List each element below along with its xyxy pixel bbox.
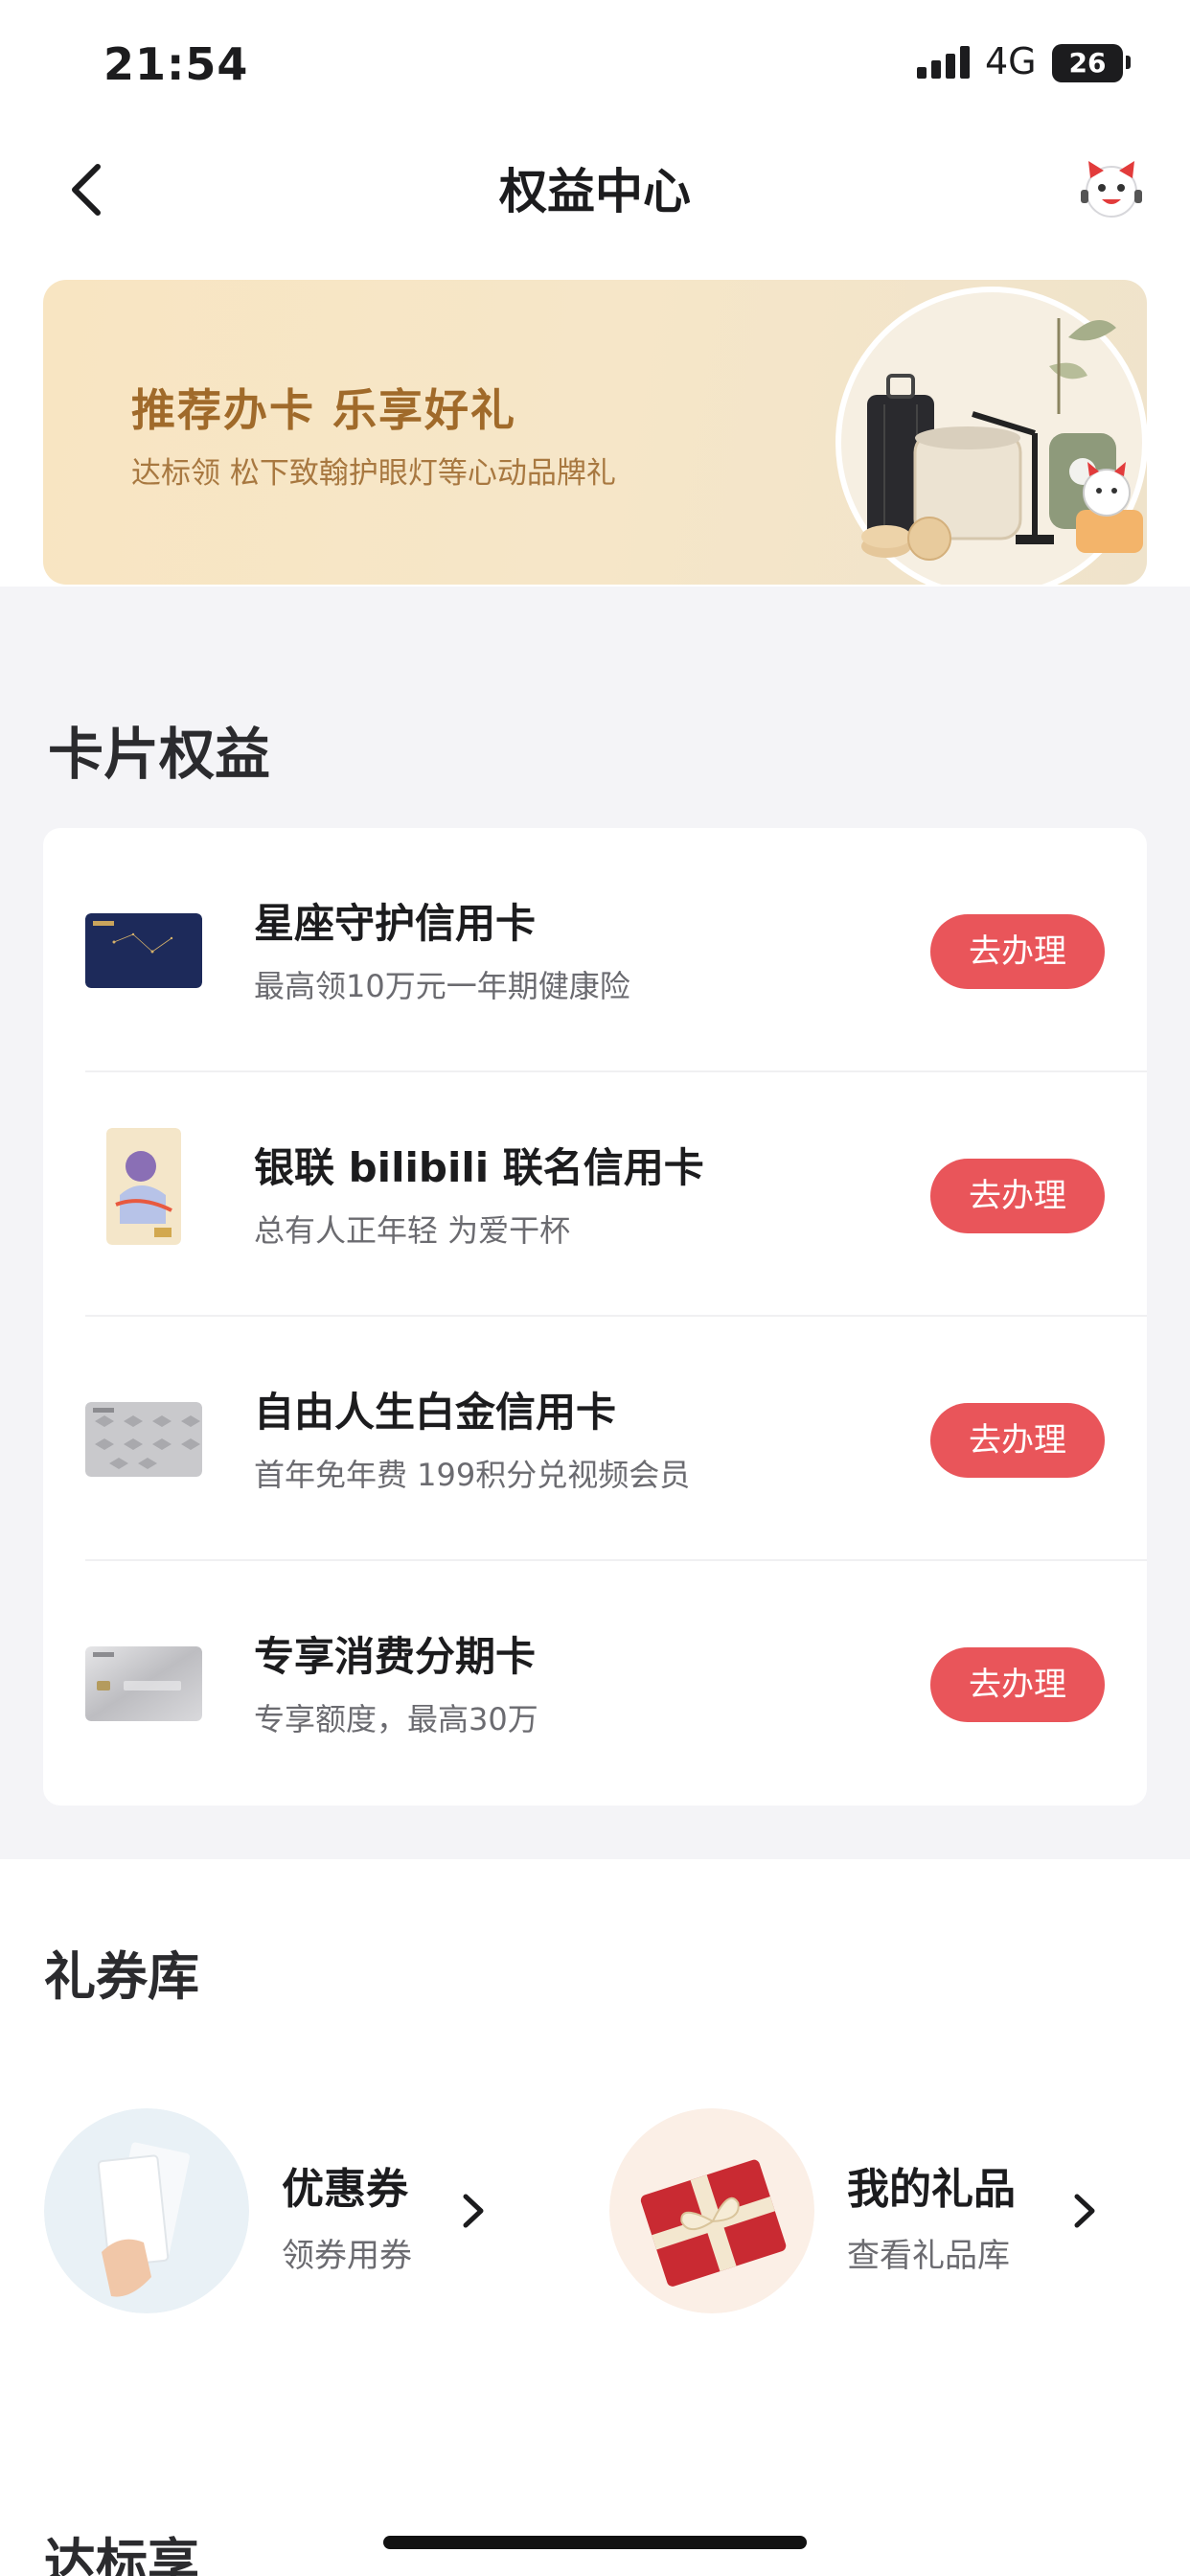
card-row[interactable]: 星座守护信用卡 最高领10万元一年期健康险 去办理 [43, 828, 1147, 1072]
card-desc: 专享额度，最高30万 [254, 1701, 538, 1737]
navy-card-thumbnail [85, 913, 202, 988]
card-desc: 首年免年费 199积分兑视频会员 [254, 1457, 691, 1493]
apply-button[interactable]: 去办理 [930, 1403, 1105, 1478]
status-time: 21:54 [103, 38, 249, 90]
card-name: 星座守护信用卡 [254, 900, 537, 947]
gift-products-illustration [835, 287, 1147, 585]
battery-icon: 26 [1052, 44, 1123, 82]
chevron-right-icon [1074, 2194, 1095, 2228]
promo-banner[interactable]: 推荐办卡 乐享好礼 达标领 松下致翰护眼灯等心动品牌礼 [43, 280, 1147, 585]
card-desc: 最高领10万元一年期健康险 [254, 968, 630, 1004]
gift-box-icon [609, 2108, 814, 2313]
banner-subtitle: 达标领 松下致翰护眼灯等心动品牌礼 [131, 456, 616, 491]
coupon-hand-icon [44, 2108, 249, 2313]
card-row[interactable]: 银联 bilibili 联名信用卡 总有人正年轻 为爱干杯 去办理 [43, 1072, 1147, 1317]
section-title-coupon-library: 礼券库 [44, 1946, 199, 2007]
home-indicator[interactable] [383, 2536, 807, 2549]
card-desc: 总有人正年轻 为爱干杯 [254, 1212, 571, 1249]
my-gifts-tile[interactable]: 我的礼品 查看礼品库 [609, 2108, 1146, 2319]
card-name: 自由人生白金信用卡 [254, 1389, 617, 1436]
network-type: 4G [985, 40, 1037, 82]
mascot-avatar-icon[interactable] [1077, 153, 1146, 222]
card-list-panel: 星座守护信用卡 最高领10万元一年期健康险 去办理 银联 bilibili 联名… [43, 828, 1147, 1806]
card-name: 专享消费分期卡 [254, 1633, 537, 1680]
page-title: 权益中心 [499, 164, 691, 219]
card-row[interactable]: 专享消费分期卡 专享额度，最高30万 去办理 [43, 1561, 1147, 1806]
gift-tile-title: 我的礼品 [847, 2165, 1016, 2214]
battery-tip [1126, 56, 1131, 69]
coupon-tile[interactable]: 优惠券 领券用券 [44, 2108, 581, 2319]
silver-pattern-card-thumbnail [85, 1402, 202, 1477]
section-title-target-rewards: 达标享 [44, 2533, 199, 2576]
signal-icon [917, 46, 971, 79]
card-name: 银联 bilibili 联名信用卡 [254, 1144, 704, 1191]
chevron-right-icon [463, 2194, 484, 2228]
card-row[interactable]: 自由人生白金信用卡 首年免年费 199积分兑视频会员 去办理 [43, 1317, 1147, 1561]
coupon-tile-subtitle: 领券用券 [282, 2237, 412, 2275]
banner-title: 推荐办卡 乐享好礼 [131, 384, 517, 436]
gift-tile-subtitle: 查看礼品库 [847, 2237, 1010, 2275]
bilibili-card-thumbnail [106, 1128, 181, 1245]
section-title-card-benefits: 卡片权益 [48, 722, 271, 787]
apply-button[interactable]: 去办理 [930, 914, 1105, 989]
apply-button[interactable]: 去办理 [930, 1159, 1105, 1233]
apply-button[interactable]: 去办理 [930, 1647, 1105, 1722]
silver-card-thumbnail [85, 1646, 202, 1721]
coupon-tile-title: 优惠券 [282, 2165, 408, 2214]
